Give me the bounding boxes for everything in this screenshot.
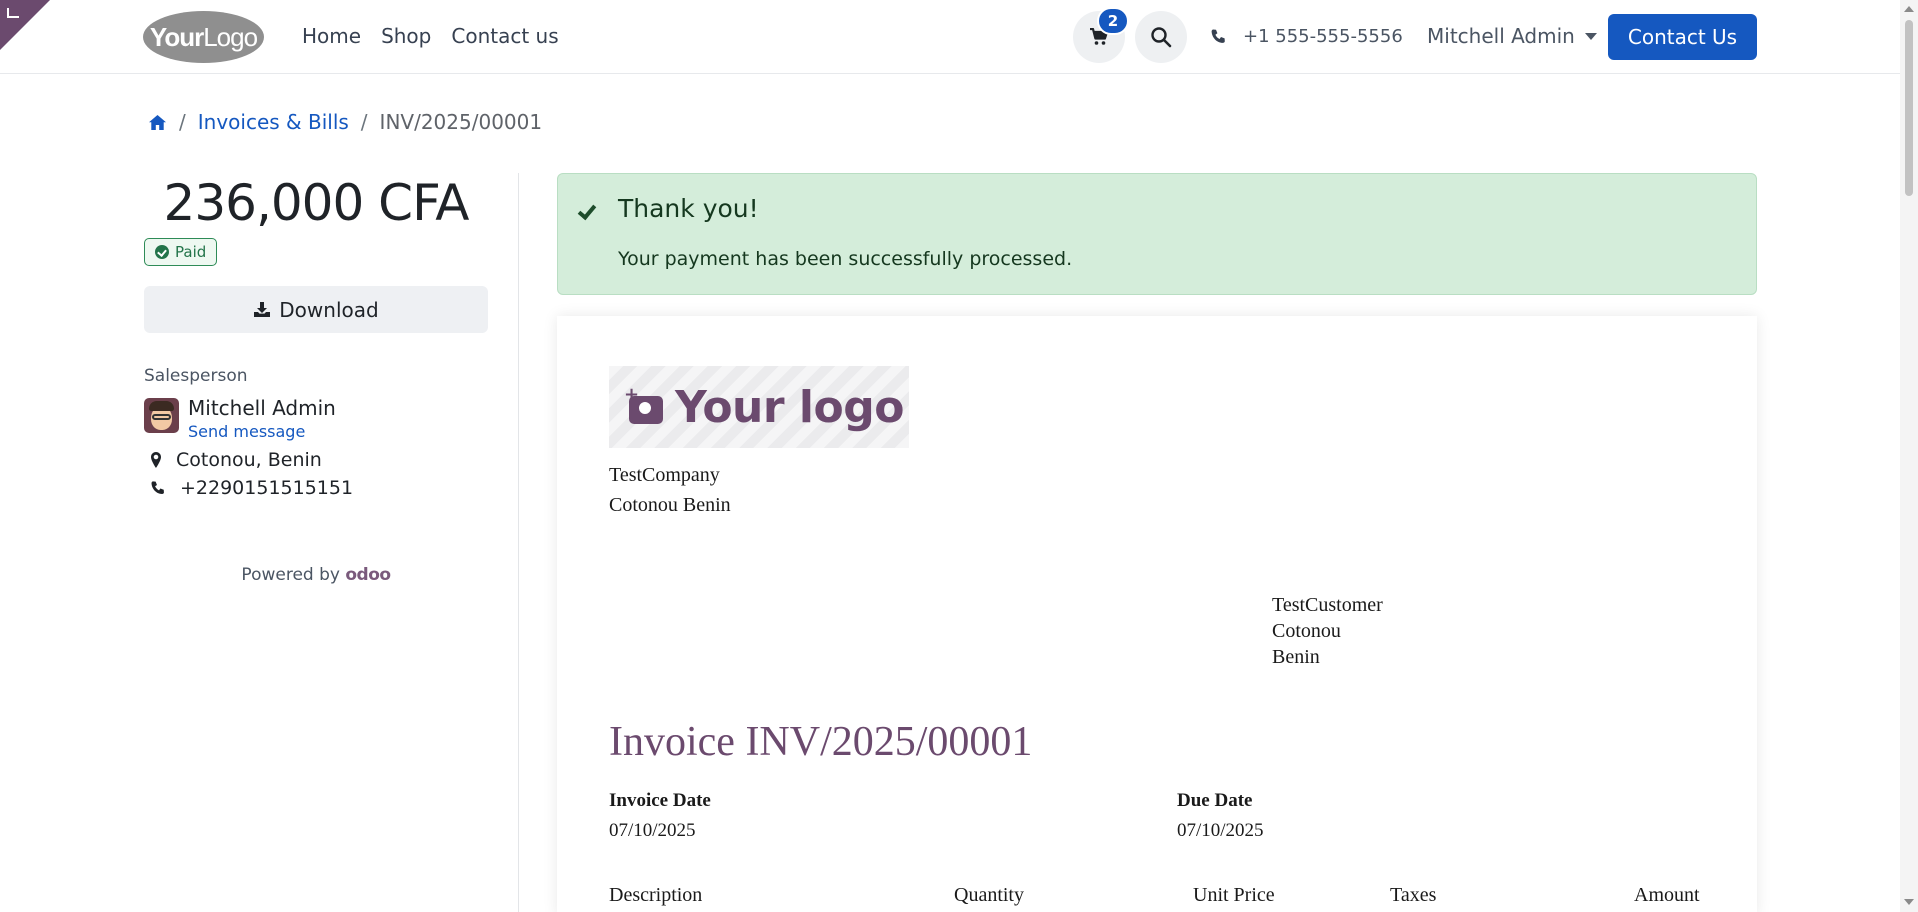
site-logo[interactable]: Your Logo <box>143 11 264 63</box>
site-header: Your Logo Home Shop Contact us 2 +1 555-5… <box>0 0 1900 74</box>
cart-count-badge: 2 <box>1097 7 1129 35</box>
status-badge-label: Paid <box>175 243 207 261</box>
alert-title: Thank you! <box>618 194 759 223</box>
company-logo-placeholder[interactable]: + Your logo <box>609 366 909 448</box>
due-date-value: 07/10/2025 <box>1177 820 1264 841</box>
user-menu-label: Mitchell Admin <box>1427 24 1575 48</box>
invoice-date-block: Invoice Date 07/10/2025 <box>609 786 711 846</box>
payment-success-alert: Thank you! Your payment has been success… <box>557 173 1757 295</box>
invoice-date-value: 07/10/2025 <box>609 820 696 841</box>
scroll-down-arrow-icon[interactable] <box>1904 899 1914 905</box>
nav-contact-us[interactable]: Contact us <box>451 24 558 48</box>
download-icon <box>254 302 271 317</box>
header-phone-number: +1 555-555-5556 <box>1243 26 1403 47</box>
nav-home[interactable]: Home <box>302 24 361 48</box>
chevron-down-icon <box>1584 32 1597 40</box>
salesperson-phone: +2290151515151 <box>144 477 488 499</box>
salesperson-card: Mitchell Admin Send message <box>144 396 488 441</box>
avatar <box>144 398 179 433</box>
phone-icon <box>1211 29 1225 43</box>
breadcrumb-invoices-bills[interactable]: Invoices & Bills <box>198 110 349 134</box>
map-marker-icon <box>151 452 161 468</box>
camera-plus-icon: + <box>624 384 663 424</box>
due-date-label: Due Date <box>1177 790 1253 811</box>
invoice-amount: 236,000 CFA <box>163 174 470 232</box>
odoo-logo: odoo <box>345 565 391 585</box>
invoice-document: + Your logo TestCompany Cotonou Benin Te… <box>557 316 1757 912</box>
customer-country: Benin <box>1272 646 1320 668</box>
powered-by-label: Powered by <box>241 565 340 585</box>
download-label: Download <box>279 297 379 322</box>
customer-name: TestCustomer <box>1272 594 1383 616</box>
header-phone[interactable]: +1 555-555-5556 <box>1210 26 1403 47</box>
customer-address: TestCustomer Cotonou Benin <box>1272 592 1383 670</box>
breadcrumb-current: INV/2025/00001 <box>379 110 543 134</box>
due-date-block: Due Date 07/10/2025 <box>1177 786 1264 846</box>
column-divider <box>518 173 519 912</box>
logo-placeholder-text: Your logo <box>675 381 904 433</box>
company-address: TestCompany Cotonou Benin <box>609 460 731 520</box>
scroll-up-arrow-icon[interactable] <box>1904 6 1914 12</box>
powered-by[interactable]: Powered by odoo <box>144 565 488 585</box>
column-header-description: Description <box>609 884 703 906</box>
company-name: TestCompany <box>609 464 720 486</box>
company-city: Cotonou Benin <box>609 494 731 516</box>
location-text: Cotonou, Benin <box>176 449 322 471</box>
column-header-taxes: Taxes <box>1390 884 1437 906</box>
breadcrumb-separator: / <box>179 110 186 134</box>
user-menu-dropdown[interactable]: Mitchell Admin <box>1427 24 1597 48</box>
breadcrumb: / Invoices & Bills / INV/2025/00001 <box>148 110 542 134</box>
download-button[interactable]: Download <box>144 286 488 333</box>
send-message-link[interactable]: Send message <box>188 422 336 441</box>
nav-shop[interactable]: Shop <box>381 24 431 48</box>
phone-icon <box>151 481 164 495</box>
logo-bold-text: Your <box>149 21 204 52</box>
home-icon[interactable] <box>148 114 167 131</box>
check-circle-icon <box>155 245 169 259</box>
column-header-amount: Amount <box>1634 884 1700 906</box>
corner-toggle-icon[interactable] <box>7 8 19 18</box>
alert-message: Your payment has been successfully proce… <box>618 248 1073 270</box>
salesperson-name: Mitchell Admin <box>188 396 336 420</box>
contact-us-button[interactable]: Contact Us <box>1608 14 1757 60</box>
main-nav: Home Shop Contact us <box>302 24 559 48</box>
invoice-date-label: Invoice Date <box>609 790 711 811</box>
breadcrumb-separator: / <box>360 110 368 134</box>
phone-text: +2290151515151 <box>180 477 354 499</box>
search-button[interactable] <box>1135 11 1187 63</box>
customer-city: Cotonou <box>1272 620 1341 642</box>
column-header-quantity: Quantity <box>954 884 1024 906</box>
column-header-unit-price: Unit Price <box>1193 884 1275 906</box>
status-badge: Paid <box>144 238 218 266</box>
invoice-title: Invoice INV/2025/00001 <box>609 719 1033 765</box>
scrollbar-thumb[interactable] <box>1905 20 1913 196</box>
invoice-sidebar: 236,000 CFA Paid Download Salesperson Mi… <box>144 170 488 585</box>
salesperson-label: Salesperson <box>144 366 248 386</box>
search-icon <box>1151 27 1172 48</box>
logo-light-text: Logo <box>203 21 258 52</box>
check-icon <box>577 200 597 221</box>
salesperson-location: Cotonou, Benin <box>144 449 488 471</box>
